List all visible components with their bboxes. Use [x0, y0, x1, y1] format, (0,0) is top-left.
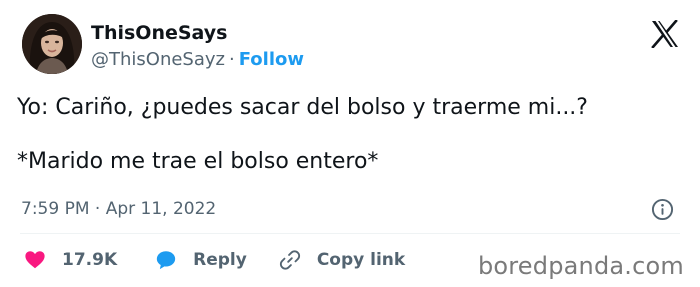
tweet-actions: 17.9K Reply Copy link — [24, 247, 405, 273]
link-icon — [279, 250, 300, 270]
author-handle[interactable]: @ThisOneSayz — [91, 49, 225, 70]
follow-button[interactable]: Follow — [239, 49, 304, 70]
like-count: 17.9K — [62, 250, 118, 270]
heart-icon — [25, 251, 45, 269]
reply-button[interactable]: Reply — [155, 249, 247, 271]
tweet-text: Yo: Cariño, ¿puedes sacar del bolso y tr… — [17, 95, 588, 174]
like-button[interactable]: 17.9K — [24, 249, 117, 271]
copy-link-button[interactable]: Copy link — [279, 249, 405, 271]
speech-bubble-icon — [156, 251, 176, 270]
x-logo-icon[interactable] — [650, 20, 680, 48]
watermark: boredpanda.com — [477, 252, 684, 280]
reply-label: Reply — [193, 250, 247, 270]
tweet-timestamp[interactable]: 7:59 PM · Apr 11, 2022 — [21, 199, 216, 219]
avatar-photo — [22, 14, 82, 74]
avatar[interactable] — [22, 14, 82, 74]
separator-dot: · — [229, 49, 235, 70]
author-name[interactable]: ThisOneSays — [91, 22, 228, 44]
info-icon[interactable] — [651, 198, 674, 221]
copy-link-label: Copy link — [316, 250, 406, 270]
divider — [20, 233, 680, 234]
author-handle-row: @ThisOneSayz · Follow — [91, 49, 304, 70]
